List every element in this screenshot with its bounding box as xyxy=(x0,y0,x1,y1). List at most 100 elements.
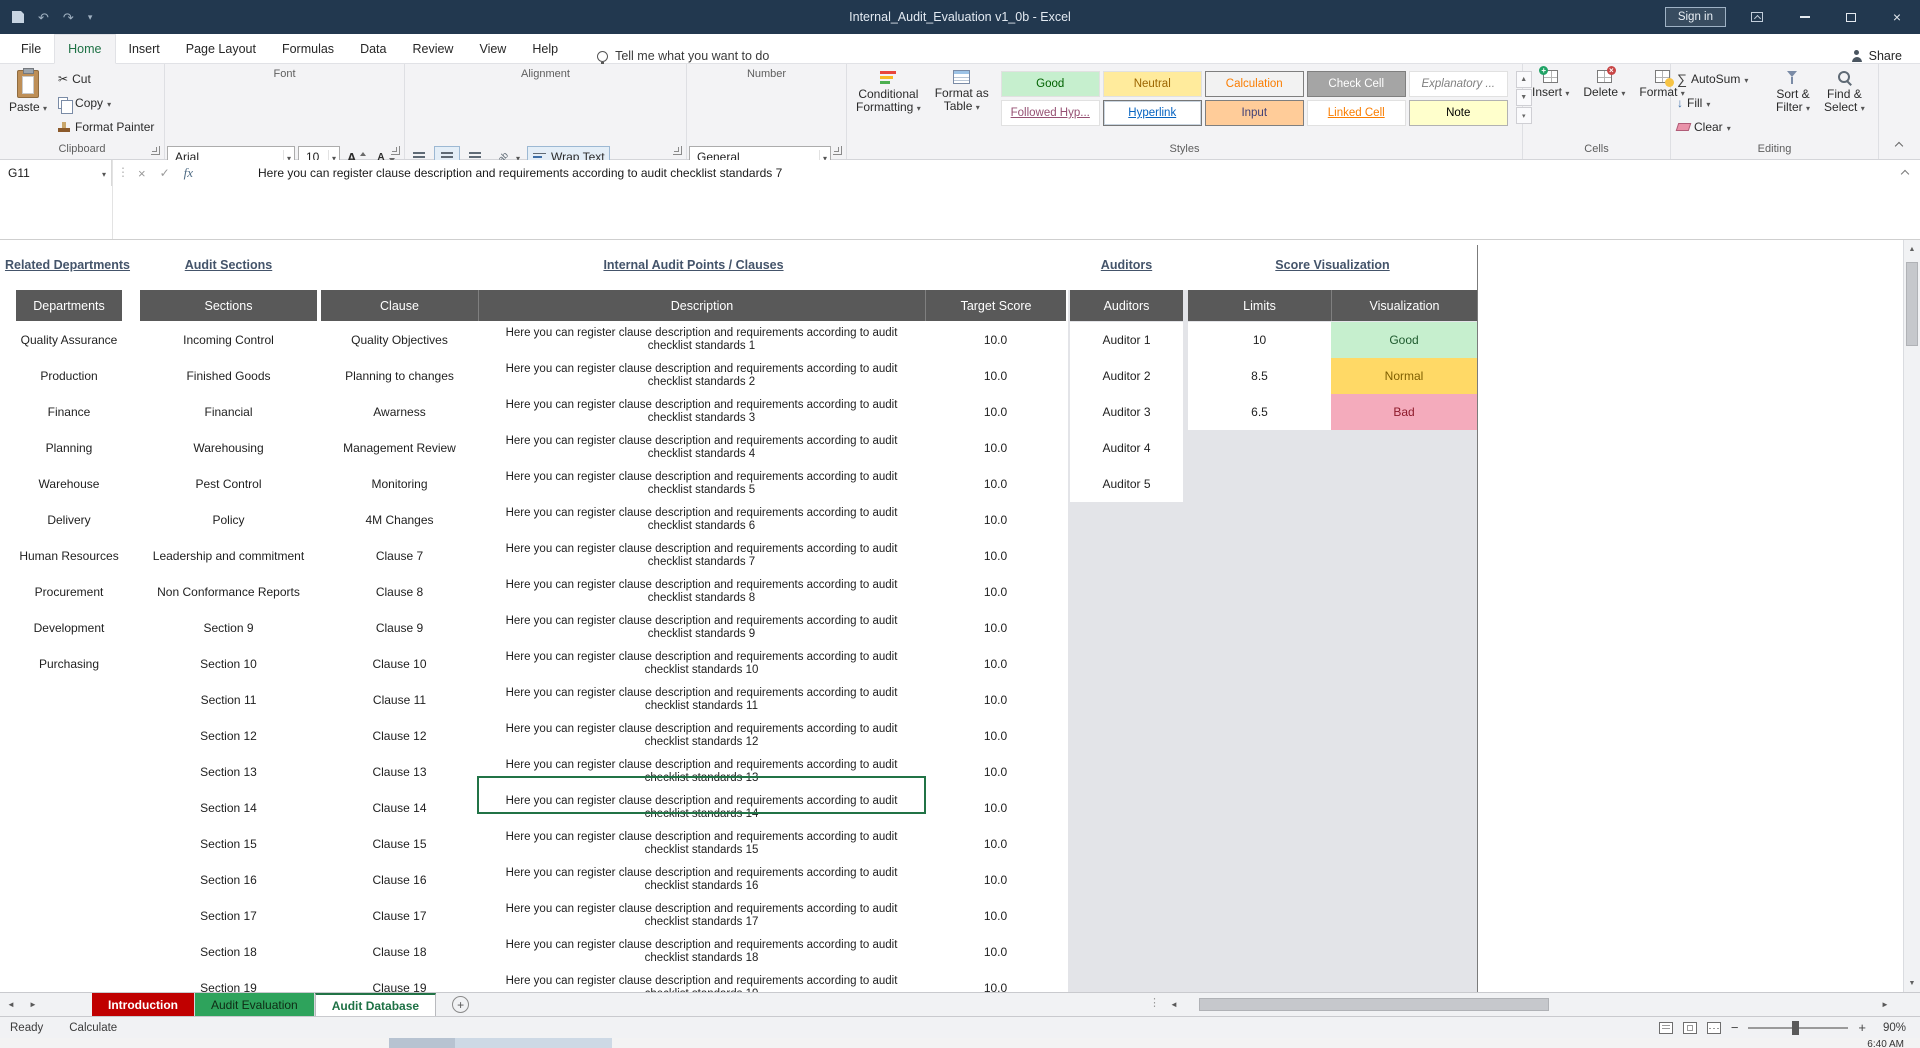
department-cell[interactable]: Procurement xyxy=(16,574,122,610)
description-cell[interactable]: Here you can register clause description… xyxy=(478,790,925,826)
close-button[interactable]: × xyxy=(1874,0,1920,34)
cell-style-chip[interactable]: Check Cell xyxy=(1307,71,1406,97)
sheet-tab[interactable]: Introduction xyxy=(92,993,195,1016)
scroll-up-icon[interactable]: ▲ xyxy=(1904,240,1920,258)
hscroll-thumb[interactable] xyxy=(1199,998,1549,1011)
clause-cell[interactable]: Clause 17 xyxy=(321,898,478,934)
section-cell[interactable]: Policy xyxy=(140,502,317,538)
cell-style-chip[interactable]: Neutral xyxy=(1103,71,1202,97)
column-header-description[interactable]: Description xyxy=(478,290,925,321)
target-score-cell[interactable]: 10.0 xyxy=(925,898,1066,934)
minimize-button[interactable] xyxy=(1782,0,1828,34)
group-header-auditors[interactable]: Auditors xyxy=(1070,253,1183,277)
description-cell[interactable]: Here you can register clause description… xyxy=(478,466,925,502)
target-score-cell[interactable]: 10.0 xyxy=(925,502,1066,538)
clause-cell[interactable]: Quality Objectives xyxy=(321,322,478,358)
section-cell[interactable]: Section 15 xyxy=(140,826,317,862)
group-header-related-departments[interactable]: Related Departments xyxy=(0,253,135,277)
column-header-sections[interactable]: Sections xyxy=(140,290,317,321)
description-cell[interactable]: Here you can register clause description… xyxy=(478,394,925,430)
sheet-nav-left-icon[interactable]: ◄ xyxy=(0,993,22,1016)
description-cell[interactable]: Here you can register clause description… xyxy=(478,646,925,682)
hscroll-left-icon[interactable]: ◄ xyxy=(1163,1000,1185,1009)
paste-button[interactable]: Paste xyxy=(2,67,54,114)
find-select-button[interactable]: Find &Select xyxy=(1817,67,1872,114)
hscroll-right-icon[interactable]: ► xyxy=(1874,1000,1896,1009)
target-score-cell[interactable]: 10.0 xyxy=(925,322,1066,358)
description-cell[interactable]: Here you can register clause description… xyxy=(478,502,925,538)
status-calculate[interactable]: Calculate xyxy=(69,1022,117,1034)
section-cell[interactable]: Incoming Control xyxy=(140,322,317,358)
section-cell[interactable]: Financial xyxy=(140,394,317,430)
target-score-cell[interactable]: 10.0 xyxy=(925,466,1066,502)
sort-filter-button[interactable]: Sort &Filter xyxy=(1769,67,1817,114)
format-painter-button[interactable]: Format Painter xyxy=(54,115,158,139)
section-cell[interactable]: Section 10 xyxy=(140,646,317,682)
ribbon-tab[interactable]: Insert xyxy=(116,34,173,63)
section-cell[interactable]: Section 9 xyxy=(140,610,317,646)
clause-cell[interactable]: Clause 10 xyxy=(321,646,478,682)
target-score-cell[interactable]: 10.0 xyxy=(925,646,1066,682)
department-cell[interactable]: Development xyxy=(16,610,122,646)
insert-cells-button[interactable]: + Insert xyxy=(1525,67,1576,99)
enter-entry-icon[interactable]: ✓ xyxy=(160,166,170,180)
limit-cell[interactable]: 10 xyxy=(1188,322,1331,358)
qat-customize-button[interactable]: ▾ xyxy=(88,13,93,22)
section-cell[interactable]: Section 11 xyxy=(140,682,317,718)
zoom-out-button[interactable]: − xyxy=(1731,1020,1739,1035)
cell-style-chip[interactable]: Good xyxy=(1001,71,1100,97)
visualization-cell[interactable]: Good xyxy=(1331,322,1477,358)
clause-cell[interactable]: Clause 9 xyxy=(321,610,478,646)
target-score-cell[interactable]: 10.0 xyxy=(925,358,1066,394)
limit-cell[interactable]: 6.5 xyxy=(1188,394,1331,430)
format-as-table-button[interactable]: Format asTable xyxy=(928,67,996,113)
page-break-view-icon[interactable] xyxy=(1707,1022,1721,1034)
description-cell[interactable]: Here you can register clause description… xyxy=(478,574,925,610)
clipboard-dialog-launcher-icon[interactable] xyxy=(151,146,160,155)
auditor-cell[interactable]: Auditor 5 xyxy=(1070,466,1183,502)
name-box[interactable]: G11 xyxy=(0,160,112,186)
sign-in-button[interactable]: Sign in xyxy=(1665,7,1726,27)
visualization-cell[interactable]: Bad xyxy=(1331,394,1477,430)
department-cell[interactable]: Production xyxy=(16,358,122,394)
description-cell[interactable]: Here you can register clause description… xyxy=(478,430,925,466)
undo-button[interactable]: ↶ xyxy=(38,11,49,24)
fill-button[interactable]: ↓Fill xyxy=(1673,91,1769,115)
department-cell[interactable]: Finance xyxy=(16,394,122,430)
collapse-formula-bar-icon[interactable] xyxy=(1900,169,1910,177)
target-score-cell[interactable]: 10.0 xyxy=(925,430,1066,466)
clause-cell[interactable]: Monitoring xyxy=(321,466,478,502)
clause-cell[interactable]: Clause 16 xyxy=(321,862,478,898)
copy-button[interactable]: Copy xyxy=(54,91,158,115)
ribbon-tab[interactable]: Home xyxy=(54,34,115,64)
font-dialog-launcher-icon[interactable] xyxy=(391,146,400,155)
sheet-nav-right-icon[interactable]: ► xyxy=(22,993,44,1016)
column-header-target-score[interactable]: Target Score xyxy=(925,290,1066,321)
tell-me-box[interactable]: Tell me what you want to do xyxy=(597,49,769,63)
description-cell[interactable]: Here you can register clause description… xyxy=(478,754,925,790)
target-score-cell[interactable]: 10.0 xyxy=(925,862,1066,898)
new-sheet-button[interactable]: + xyxy=(452,996,469,1013)
description-cell[interactable]: Here you can register clause description… xyxy=(478,934,925,970)
description-cell[interactable]: Here you can register clause description… xyxy=(478,322,925,358)
clause-cell[interactable]: Clause 7 xyxy=(321,538,478,574)
auditor-cell[interactable]: Auditor 4 xyxy=(1070,430,1183,466)
tab-split-grip-icon[interactable]: ⋮ xyxy=(1149,996,1160,1009)
column-header-visualization[interactable]: Visualization xyxy=(1331,290,1477,321)
redo-button[interactable]: ↷ xyxy=(63,11,74,24)
clause-cell[interactable]: Clause 19 xyxy=(321,970,478,992)
section-cell[interactable]: Finished Goods xyxy=(140,358,317,394)
description-cell[interactable]: Here you can register clause description… xyxy=(478,898,925,934)
group-header-audit-sections[interactable]: Audit Sections xyxy=(140,253,317,277)
target-score-cell[interactable]: 10.0 xyxy=(925,826,1066,862)
cancel-entry-icon[interactable]: × xyxy=(138,166,146,181)
section-cell[interactable]: Pest Control xyxy=(140,466,317,502)
clause-cell[interactable]: 4M Changes xyxy=(321,502,478,538)
vscroll-thumb[interactable] xyxy=(1906,262,1918,346)
cell-style-chip[interactable]: Calculation xyxy=(1205,71,1304,97)
section-cell[interactable]: Leadership and commitment xyxy=(140,538,317,574)
clause-cell[interactable]: Clause 18 xyxy=(321,934,478,970)
save-icon[interactable] xyxy=(12,11,24,23)
sheet-tab[interactable]: Audit Database xyxy=(315,993,436,1016)
department-cell[interactable]: Delivery xyxy=(16,502,122,538)
